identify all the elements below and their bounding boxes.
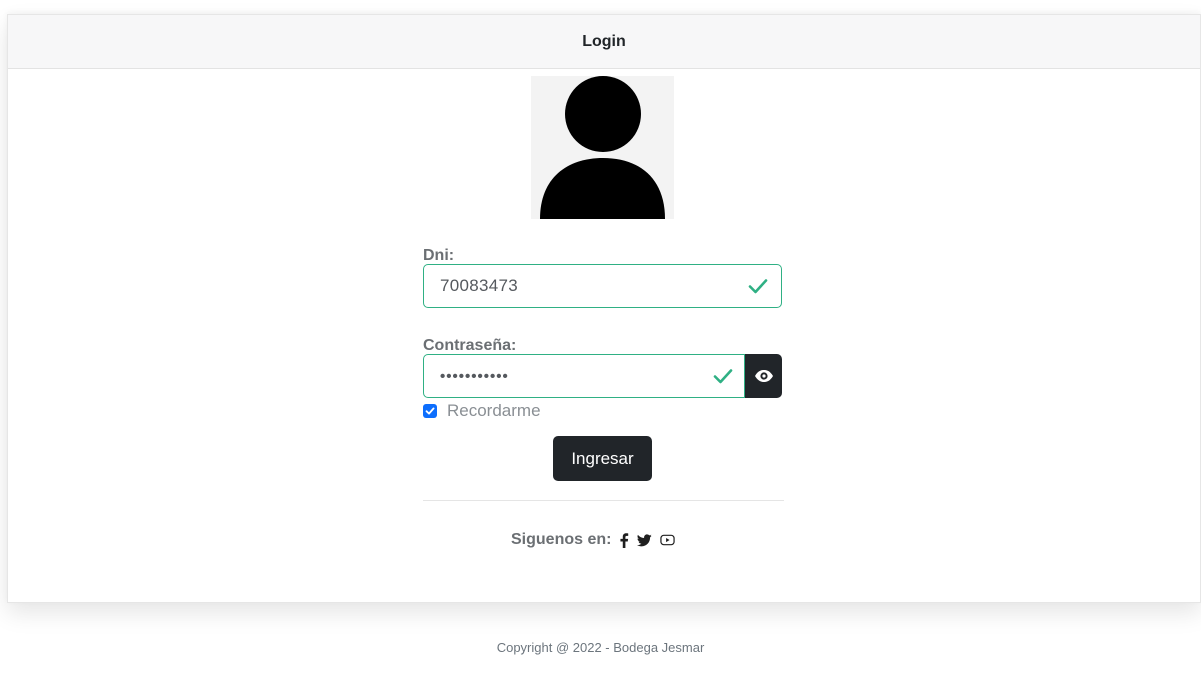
password-label: Contraseña: [423, 337, 517, 354]
footer-copyright: Copyright @ 2022 - Bodega Jesmar [496, 640, 705, 655]
divider [423, 500, 784, 501]
toggle-password-button[interactable] [745, 354, 782, 398]
check-icon [748, 279, 768, 294]
youtube-icon[interactable] [660, 534, 676, 546]
social-icons [619, 532, 683, 548]
checkmark-icon [425, 407, 435, 415]
dni-label: Dni: [423, 247, 455, 264]
password-value[interactable]: ••••••••••• [424, 368, 712, 385]
facebook-icon[interactable] [619, 532, 629, 548]
page-title: Login [582, 32, 626, 50]
social-label: Siguenos en: [511, 531, 612, 548]
page: Login Dni: 70083473 Contraseña: ••••••••… [0, 0, 1201, 691]
social-row: Siguenos en: [511, 531, 683, 549]
remember-row[interactable]: Recordarme [423, 401, 541, 421]
remember-checkbox[interactable] [423, 404, 437, 418]
card-header: Login [8, 15, 1200, 69]
password-field[interactable]: ••••••••••• [423, 354, 745, 398]
avatar [531, 76, 674, 219]
eye-icon [754, 370, 773, 382]
remember-label[interactable]: Recordarme [447, 401, 541, 421]
dni-field[interactable]: 70083473 [423, 264, 782, 308]
user-icon [540, 76, 665, 219]
twitter-icon[interactable] [637, 533, 653, 547]
check-icon [713, 369, 733, 384]
dni-value[interactable]: 70083473 [424, 276, 747, 296]
login-button[interactable]: Ingresar [553, 436, 652, 481]
